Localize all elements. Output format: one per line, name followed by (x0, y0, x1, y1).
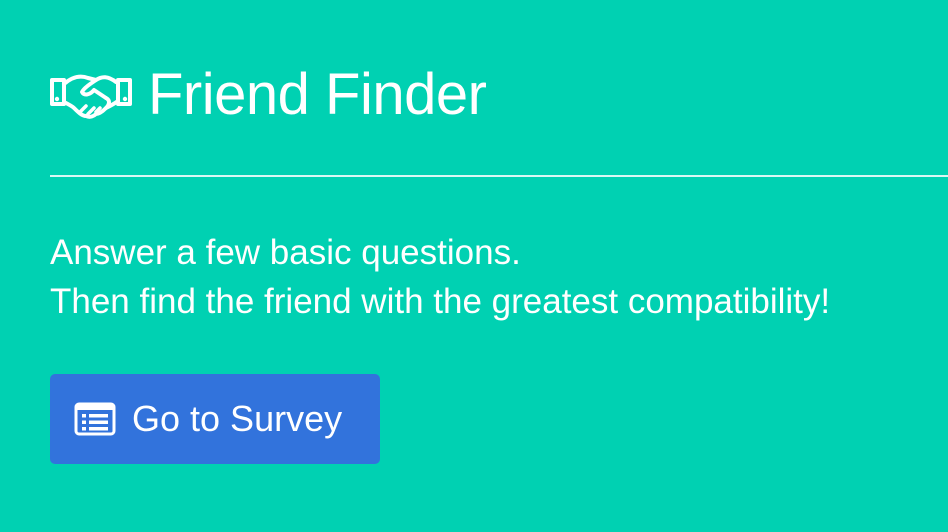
intro-text: Answer a few basic questions. Then find … (50, 228, 830, 326)
title-row: Friend Finder (50, 58, 487, 132)
page-title: Friend Finder (148, 62, 487, 127)
handshake-icon (50, 74, 132, 119)
intro-line-1: Answer a few basic questions. (50, 233, 521, 272)
hero-section: Friend Finder Answer a few basic questio… (50, 0, 948, 532)
header-divider (50, 175, 948, 177)
go-to-survey-button[interactable]: Go to Survey (50, 374, 380, 464)
intro-line-2: Then find the friend with the greatest c… (50, 282, 831, 321)
list-alt-icon (74, 402, 116, 436)
go-to-survey-label: Go to Survey (132, 398, 343, 439)
